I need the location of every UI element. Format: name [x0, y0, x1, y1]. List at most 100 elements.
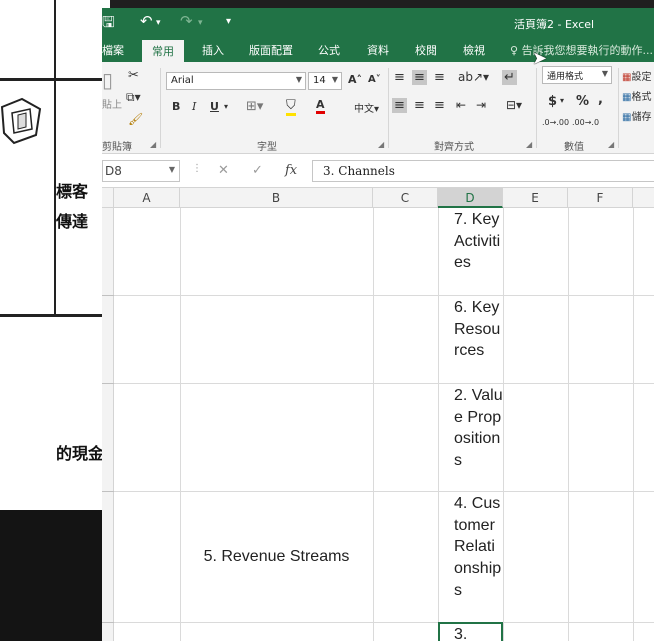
- tab-insert[interactable]: 插入: [202, 42, 224, 58]
- font-size-dropdown[interactable]: 14 ▼: [308, 72, 342, 90]
- tab-view[interactable]: 檢視: [463, 42, 485, 58]
- align-bottom-icon[interactable]: ≡: [434, 70, 445, 85]
- cut-icon[interactable]: ✂: [128, 68, 139, 83]
- cell-d-row2[interactable]: 6. Key Resources: [451, 296, 503, 383]
- wrap-text-icon[interactable]: ↵: [502, 70, 517, 85]
- redo-dropdown-icon[interactable]: ▾: [198, 18, 203, 28]
- row-headers[interactable]: [102, 208, 114, 641]
- decrease-decimal-button[interactable]: .00→.0: [572, 118, 599, 127]
- dark-area: [0, 510, 110, 641]
- gridline: [373, 208, 374, 641]
- orientation-icon[interactable]: ab↗▾: [458, 70, 489, 84]
- customize-qat-icon[interactable]: ▾: [226, 16, 231, 27]
- column-header-f[interactable]: F: [568, 188, 633, 208]
- merge-center-icon[interactable]: ⊟▾: [506, 98, 522, 112]
- align-top-icon[interactable]: ≡: [394, 70, 405, 85]
- cell-d-row3[interactable]: 2. Value Propositions: [451, 384, 503, 491]
- column-header-b[interactable]: B: [180, 188, 373, 208]
- column-header-c[interactable]: C: [373, 188, 438, 208]
- column-header-g[interactable]: [633, 188, 654, 208]
- shrink-font-button[interactable]: A˅: [368, 74, 381, 85]
- name-box[interactable]: D8 ▼: [102, 160, 180, 182]
- alignment-launcher-icon[interactable]: ◢: [526, 140, 532, 149]
- paste-icon[interactable]: ▯: [102, 68, 113, 92]
- divider: [160, 68, 161, 148]
- gridline: [114, 622, 654, 623]
- grow-font-button[interactable]: A˄: [348, 73, 362, 86]
- chevron-down-icon[interactable]: ▼: [169, 165, 175, 174]
- borders-icon[interactable]: ⊞▾: [246, 99, 263, 114]
- font-name-value: Arial: [171, 75, 194, 86]
- gridline: [568, 208, 569, 641]
- tab-review[interactable]: 校閱: [415, 42, 437, 58]
- worksheet-grid[interactable]: A B C D E F 7. Key Activities 6. Key Res…: [102, 188, 654, 641]
- tab-page-layout[interactable]: 版面配置: [249, 42, 293, 58]
- chevron-down-icon: ▼: [601, 69, 608, 78]
- format-as-table-label: 格式: [631, 92, 652, 103]
- column-header-e[interactable]: E: [503, 188, 568, 208]
- percent-button[interactable]: %: [576, 94, 589, 109]
- phonetic-icon[interactable]: 中文▾: [354, 100, 379, 115]
- redo-icon[interactable]: ↷: [180, 12, 193, 30]
- align-left-icon[interactable]: ≡: [392, 98, 407, 113]
- more-icon: ⋮: [192, 163, 202, 174]
- copy-icon[interactable]: ⧉▾: [126, 90, 141, 105]
- doc-table-rule: [0, 314, 110, 317]
- format-as-table-button[interactable]: ▦格式: [622, 88, 651, 103]
- gridline: [114, 383, 654, 384]
- conditional-format-label: 設定: [631, 72, 652, 83]
- gridline: [503, 208, 504, 641]
- background-document: 標客 傳達 的現金。: [0, 0, 120, 641]
- select-all-corner[interactable]: [102, 188, 114, 208]
- tab-file[interactable]: 檔案: [102, 42, 124, 58]
- column-header-d[interactable]: D: [438, 188, 503, 208]
- align-middle-icon[interactable]: ≡: [412, 70, 427, 85]
- name-box-value: D8: [105, 164, 122, 178]
- screen: 標客 傳達 的現金。 🖫 ↶ ▾ ↷ ▾ ▾ 活頁簿2 - Excel 檔案 常…: [0, 0, 654, 641]
- undo-dropdown-icon[interactable]: ▾: [156, 18, 161, 28]
- fill-color-icon[interactable]: ⛉: [286, 98, 296, 116]
- gridline: [633, 208, 634, 641]
- number-format-dropdown[interactable]: 通用格式 ▼: [542, 66, 612, 84]
- active-cell-selection[interactable]: [438, 622, 503, 641]
- chevron-down-icon[interactable]: ▾: [224, 102, 228, 111]
- undo-icon[interactable]: ↶: [140, 12, 153, 30]
- cell-d-row4[interactable]: 4. Customer Relationships: [451, 492, 503, 622]
- align-center-icon[interactable]: ≡: [414, 98, 425, 113]
- formula-input[interactable]: 3. Channels: [312, 160, 654, 182]
- comma-button[interactable]: ,: [598, 92, 603, 107]
- bold-button[interactable]: B: [172, 100, 180, 113]
- font-color-button[interactable]: A: [316, 98, 325, 114]
- tab-formulas[interactable]: 公式: [318, 42, 340, 58]
- enter-icon[interactable]: ✓: [252, 163, 263, 178]
- font-name-dropdown[interactable]: Arial ▼: [166, 72, 306, 90]
- ribbon-tabs: 檔案 常用 插入 版面配置 公式 資料 校閱 檢視 ♀ 告訴我您想要執行的動作.…: [102, 38, 654, 62]
- increase-decimal-button[interactable]: .0→.00: [542, 118, 569, 127]
- increase-indent-icon[interactable]: ⇥: [476, 98, 486, 112]
- clipboard-group-label: 剪貼簿: [102, 142, 132, 153]
- align-right-icon[interactable]: ≡: [434, 98, 445, 113]
- tab-home[interactable]: 常用: [142, 40, 184, 62]
- cell-styles-button[interactable]: ▦儲存: [622, 108, 651, 123]
- insert-function-button[interactable]: fx: [285, 163, 297, 178]
- decrease-indent-icon[interactable]: ⇤: [456, 98, 466, 112]
- cell-b-row4[interactable]: 5. Revenue Streams: [180, 548, 373, 566]
- cell-d-row1[interactable]: 7. Key Activities: [451, 208, 503, 295]
- font-launcher-icon[interactable]: ◢: [378, 140, 384, 149]
- doc-table-cell: [0, 0, 56, 80]
- currency-button[interactable]: $: [548, 94, 557, 109]
- alignment-group-label: 對齊方式: [434, 142, 474, 153]
- italic-button[interactable]: I: [192, 100, 196, 113]
- divider: [388, 68, 389, 148]
- column-header-a[interactable]: A: [114, 188, 180, 208]
- clipboard-launcher-icon[interactable]: ◢: [150, 140, 156, 149]
- cancel-icon[interactable]: ✕: [218, 163, 229, 178]
- format-painter-icon[interactable]: 🖌: [128, 112, 143, 126]
- conditional-format-button[interactable]: ▦設定: [622, 68, 651, 83]
- tab-data[interactable]: 資料: [367, 42, 389, 58]
- paste-label[interactable]: 貼上: [102, 96, 122, 111]
- number-launcher-icon[interactable]: ◢: [608, 140, 614, 149]
- chevron-down-icon[interactable]: ▾: [560, 96, 564, 105]
- save-icon[interactable]: 🖫: [102, 12, 115, 37]
- underline-button[interactable]: U: [210, 100, 219, 113]
